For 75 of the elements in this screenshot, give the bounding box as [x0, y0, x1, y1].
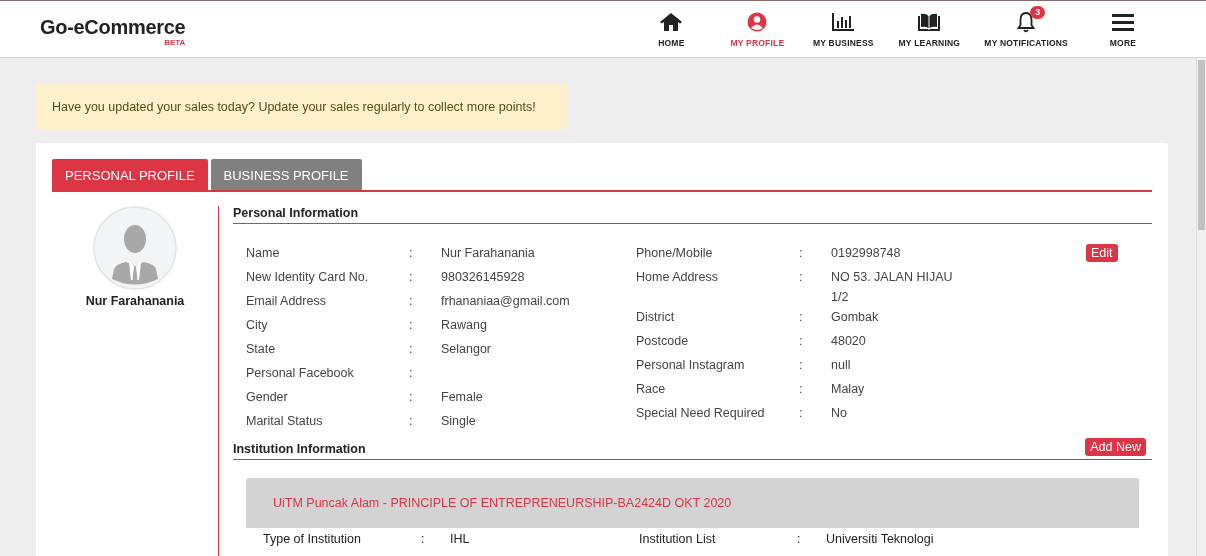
- nav-item[interactable]: MY BUSINESS: [800, 10, 887, 48]
- avatar-icon: [93, 206, 177, 290]
- separator: :: [421, 532, 425, 546]
- separator: :: [799, 382, 803, 396]
- add-new-button[interactable]: Add New: [1085, 438, 1146, 456]
- profile-tab[interactable]: PERSONAL PROFILE: [52, 159, 208, 190]
- profile-tab[interactable]: BUSINESS PROFILE: [210, 159, 362, 190]
- separator: :: [409, 246, 413, 260]
- field-value: IHL: [450, 532, 470, 546]
- field-value: null: [831, 357, 852, 374]
- field-value: Rawang: [441, 317, 487, 334]
- field-label: Type of Institution: [263, 532, 362, 546]
- separator: :: [799, 334, 803, 348]
- separator: :: [797, 532, 801, 546]
- separator: :: [799, 270, 803, 284]
- separator: :: [799, 310, 803, 324]
- separator: :: [409, 390, 413, 404]
- edit-button[interactable]: Edit: [1086, 244, 1118, 262]
- field-value: Selangor: [441, 341, 492, 358]
- separator: :: [799, 358, 803, 372]
- field-value: frhananiaa@gmail.com: [441, 293, 570, 310]
- field-label: Personal Facebook: [246, 365, 355, 382]
- field-value: Malay: [831, 381, 866, 398]
- field-value: 48020: [831, 333, 867, 350]
- menu-icon: [1112, 12, 1134, 31]
- field-label: Phone/Mobile: [636, 245, 714, 262]
- field-value: Universiti Teknologi: [826, 532, 934, 546]
- field-value: Gombak: [831, 309, 880, 326]
- field-label: Institution List: [639, 532, 717, 546]
- scrollbar[interactable]: [1196, 58, 1206, 556]
- bell-icon: [1016, 10, 1037, 33]
- nav-item[interactable]: MORE: [1080, 10, 1166, 48]
- field-value: Female: [441, 389, 483, 406]
- separator: :: [799, 406, 803, 420]
- field-label: Name: [246, 245, 281, 262]
- field-label: Gender: [246, 389, 289, 406]
- separator: :: [409, 414, 413, 428]
- home-icon: [659, 11, 684, 32]
- profile-name: Nur Farahanania: [85, 294, 185, 308]
- beta-label: BETA: [164, 38, 186, 47]
- field-value: 0192998748: [831, 245, 902, 262]
- field-label: Home Address: [636, 269, 719, 286]
- field-label: State: [246, 341, 277, 358]
- brand-logo[interactable]: Go-eCommerce: [40, 17, 186, 37]
- field-label: Postcode: [636, 333, 690, 350]
- field-label: Race: [636, 381, 667, 398]
- separator: :: [409, 318, 413, 332]
- field-value: No: [831, 405, 848, 422]
- section-title: Personal Information: [233, 206, 359, 220]
- notice-banner: Have you updated your sales today? Update your sales regularly to collect more points!: [36, 84, 567, 130]
- field-label: District: [636, 309, 676, 326]
- bar-chart-icon: [831, 11, 856, 32]
- separator: :: [409, 294, 413, 308]
- nav-item[interactable]: MY LEARNING: [886, 10, 973, 48]
- field-value: NO 53. JALAN HIJAU 1/2: [831, 269, 954, 306]
- separator: :: [799, 246, 803, 260]
- notification-count: 3: [1030, 5, 1046, 19]
- separator: :: [409, 342, 413, 356]
- field-label: Special Need Required: [636, 405, 766, 422]
- nav-item[interactable]: MY PROFILE: [714, 10, 801, 48]
- field-label: New Identity Card No.: [246, 269, 370, 286]
- separator: :: [409, 366, 413, 380]
- user-icon: [747, 11, 768, 32]
- field-label: Personal Instagram: [636, 357, 746, 374]
- section-title: Institution Information: [233, 442, 366, 456]
- field-value: 980326145928: [441, 269, 525, 286]
- nav-item[interactable]: HOME: [628, 10, 715, 48]
- separator: :: [409, 270, 413, 284]
- field-value: Single: [441, 413, 476, 430]
- field-label: City: [246, 317, 269, 334]
- book-icon: [917, 11, 942, 32]
- field-label: Email Address: [246, 293, 327, 310]
- field-value: Nur Farahanania: [441, 245, 535, 262]
- field-label: Marital Status: [246, 413, 324, 430]
- scroll-thumb[interactable]: [1198, 60, 1205, 230]
